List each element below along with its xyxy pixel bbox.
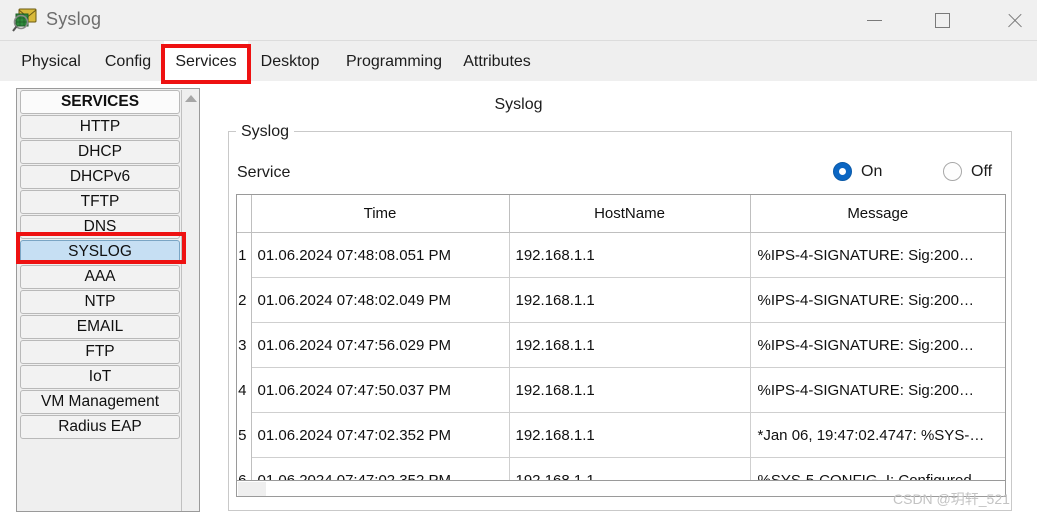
- radio-on-icon[interactable]: [833, 162, 852, 181]
- column-header-time[interactable]: Time: [251, 195, 510, 233]
- scrollbar-thumb[interactable]: [238, 482, 266, 496]
- window-title: Syslog: [46, 9, 102, 29]
- sidebar-item-tftp[interactable]: TFTP: [20, 190, 180, 214]
- minimize-icon: [866, 19, 882, 21]
- close-icon: [1006, 12, 1023, 29]
- tab-physical[interactable]: Physical: [10, 41, 92, 82]
- tab-programming[interactable]: Programming: [332, 41, 456, 82]
- table-row[interactable]: 4 01.06.2024 07:47:50.037 PM 192.168.1.1…: [237, 367, 1005, 413]
- syslog-table-container[interactable]: Time HostName Message 1 01.06.2024 07:48…: [236, 194, 1006, 481]
- tab-bar: Physical Config Services Desktop Program…: [0, 41, 1037, 82]
- sidebar-scrollbar[interactable]: [181, 90, 198, 511]
- tab-config[interactable]: Config: [92, 41, 164, 82]
- watermark: CSDN @玥轩_521: [893, 491, 1010, 507]
- cell-time: 01.06.2024 07:47:50.037 PM: [251, 367, 510, 413]
- tab-desktop[interactable]: Desktop: [248, 41, 332, 82]
- cell-hostname: 192.168.1.1: [509, 277, 751, 323]
- minimize-button[interactable]: [851, 0, 897, 40]
- sidebar-item-radius-eap[interactable]: Radius EAP: [20, 415, 180, 439]
- cell-message: *Jan 06, 19:47:02.4747: %SYS-…: [750, 412, 1005, 458]
- radio-service-off[interactable]: Off: [943, 162, 992, 181]
- row-index: 4: [237, 367, 252, 413]
- table-row[interactable]: 2 01.06.2024 07:48:02.049 PM 192.168.1.1…: [237, 277, 1005, 323]
- cell-time: 01.06.2024 07:47:56.029 PM: [251, 322, 510, 368]
- cell-message: %SYS-5-CONFIG_I: Configured…: [750, 457, 1005, 480]
- radio-off-label: Off: [971, 162, 993, 180]
- service-label: Service: [237, 164, 291, 181]
- radio-off-icon[interactable]: [943, 162, 962, 181]
- column-header-message[interactable]: Message: [750, 195, 1005, 233]
- cell-hostname: 192.168.1.1: [509, 322, 751, 368]
- sidebar-item-aaa[interactable]: AAA: [20, 265, 180, 289]
- sidebar-item-vm-management[interactable]: VM Management: [20, 390, 180, 414]
- cell-hostname: 192.168.1.1: [509, 412, 751, 458]
- maximize-icon: [934, 12, 950, 28]
- cell-time: 01.06.2024 07:47:02.352 PM: [251, 412, 510, 458]
- syslog-table: Time HostName Message 1 01.06.2024 07:48…: [237, 195, 1005, 480]
- cell-message: %IPS-4-SIGNATURE: Sig:200…: [750, 322, 1005, 368]
- radio-service-on[interactable]: On: [833, 162, 882, 181]
- cell-time: 01.06.2024 07:48:02.049 PM: [251, 277, 510, 323]
- column-header-hostname[interactable]: HostName: [509, 195, 751, 233]
- sidebar-item-dns[interactable]: DNS: [20, 215, 180, 239]
- table-horizontal-scrollbar[interactable]: [236, 481, 1006, 497]
- cell-hostname: 192.168.1.1: [509, 232, 751, 278]
- table-row[interactable]: 3 01.06.2024 07:47:56.029 PM 192.168.1.1…: [237, 322, 1005, 368]
- page-title: Syslog: [494, 96, 543, 113]
- table-row[interactable]: 1 01.06.2024 07:48:08.051 PM 192.168.1.1…: [237, 232, 1005, 278]
- sidebar-item-email[interactable]: EMAIL: [20, 315, 180, 339]
- cell-message: %IPS-4-SIGNATURE: Sig:200…: [750, 232, 1005, 278]
- sidebar-item-iot[interactable]: IoT: [20, 365, 180, 389]
- services-list: SERVICES HTTP DHCP DHCPv6 TFTP DNS SYSLO…: [18, 90, 182, 440]
- envelope-magnifier-icon: [11, 6, 39, 34]
- cell-message: %IPS-4-SIGNATURE: Sig:200…: [750, 367, 1005, 413]
- cell-hostname: 192.168.1.1: [509, 457, 751, 480]
- radio-on-label: On: [861, 162, 883, 180]
- content-area: SERVICES HTTP DHCP DHCPv6 TFTP DNS SYSLO…: [0, 82, 1037, 515]
- row-index: 2: [237, 277, 252, 323]
- row-index: 1: [237, 232, 252, 278]
- cell-time: 01.06.2024 07:48:08.051 PM: [251, 232, 510, 278]
- table-header-row: Time HostName Message: [237, 195, 1005, 233]
- tab-services[interactable]: Services: [164, 41, 248, 82]
- table-row[interactable]: 5 01.06.2024 07:47:02.352 PM 192.168.1.1…: [237, 412, 1005, 458]
- cell-message: %IPS-4-SIGNATURE: Sig:200…: [750, 277, 1005, 323]
- sidebar-item-ftp[interactable]: FTP: [20, 340, 180, 364]
- row-index: 5: [237, 412, 252, 458]
- sidebar-item-http[interactable]: HTTP: [20, 115, 180, 139]
- title-bar: Syslog: [0, 0, 1037, 41]
- close-button[interactable]: [991, 0, 1037, 40]
- groupbox-label: Syslog: [236, 123, 295, 141]
- sidebar-item-syslog[interactable]: SYSLOG: [20, 240, 180, 264]
- cell-hostname: 192.168.1.1: [509, 367, 751, 413]
- column-header-index: [237, 195, 252, 233]
- cell-time: 01.06.2024 07:47:02.352 PM: [251, 457, 510, 480]
- row-index: 3: [237, 322, 252, 368]
- sidebar-item-ntp[interactable]: NTP: [20, 290, 180, 314]
- sidebar-item-dhcpv6[interactable]: DHCPv6: [20, 165, 180, 189]
- services-sidebar: SERVICES HTTP DHCP DHCPv6 TFTP DNS SYSLO…: [16, 88, 200, 512]
- maximize-button[interactable]: [919, 0, 965, 40]
- row-index: 6: [237, 457, 252, 480]
- tab-attributes[interactable]: Attributes: [456, 41, 538, 82]
- sidebar-item-dhcp[interactable]: DHCP: [20, 140, 180, 164]
- table-row[interactable]: 6 01.06.2024 07:47:02.352 PM 192.168.1.1…: [237, 457, 1005, 480]
